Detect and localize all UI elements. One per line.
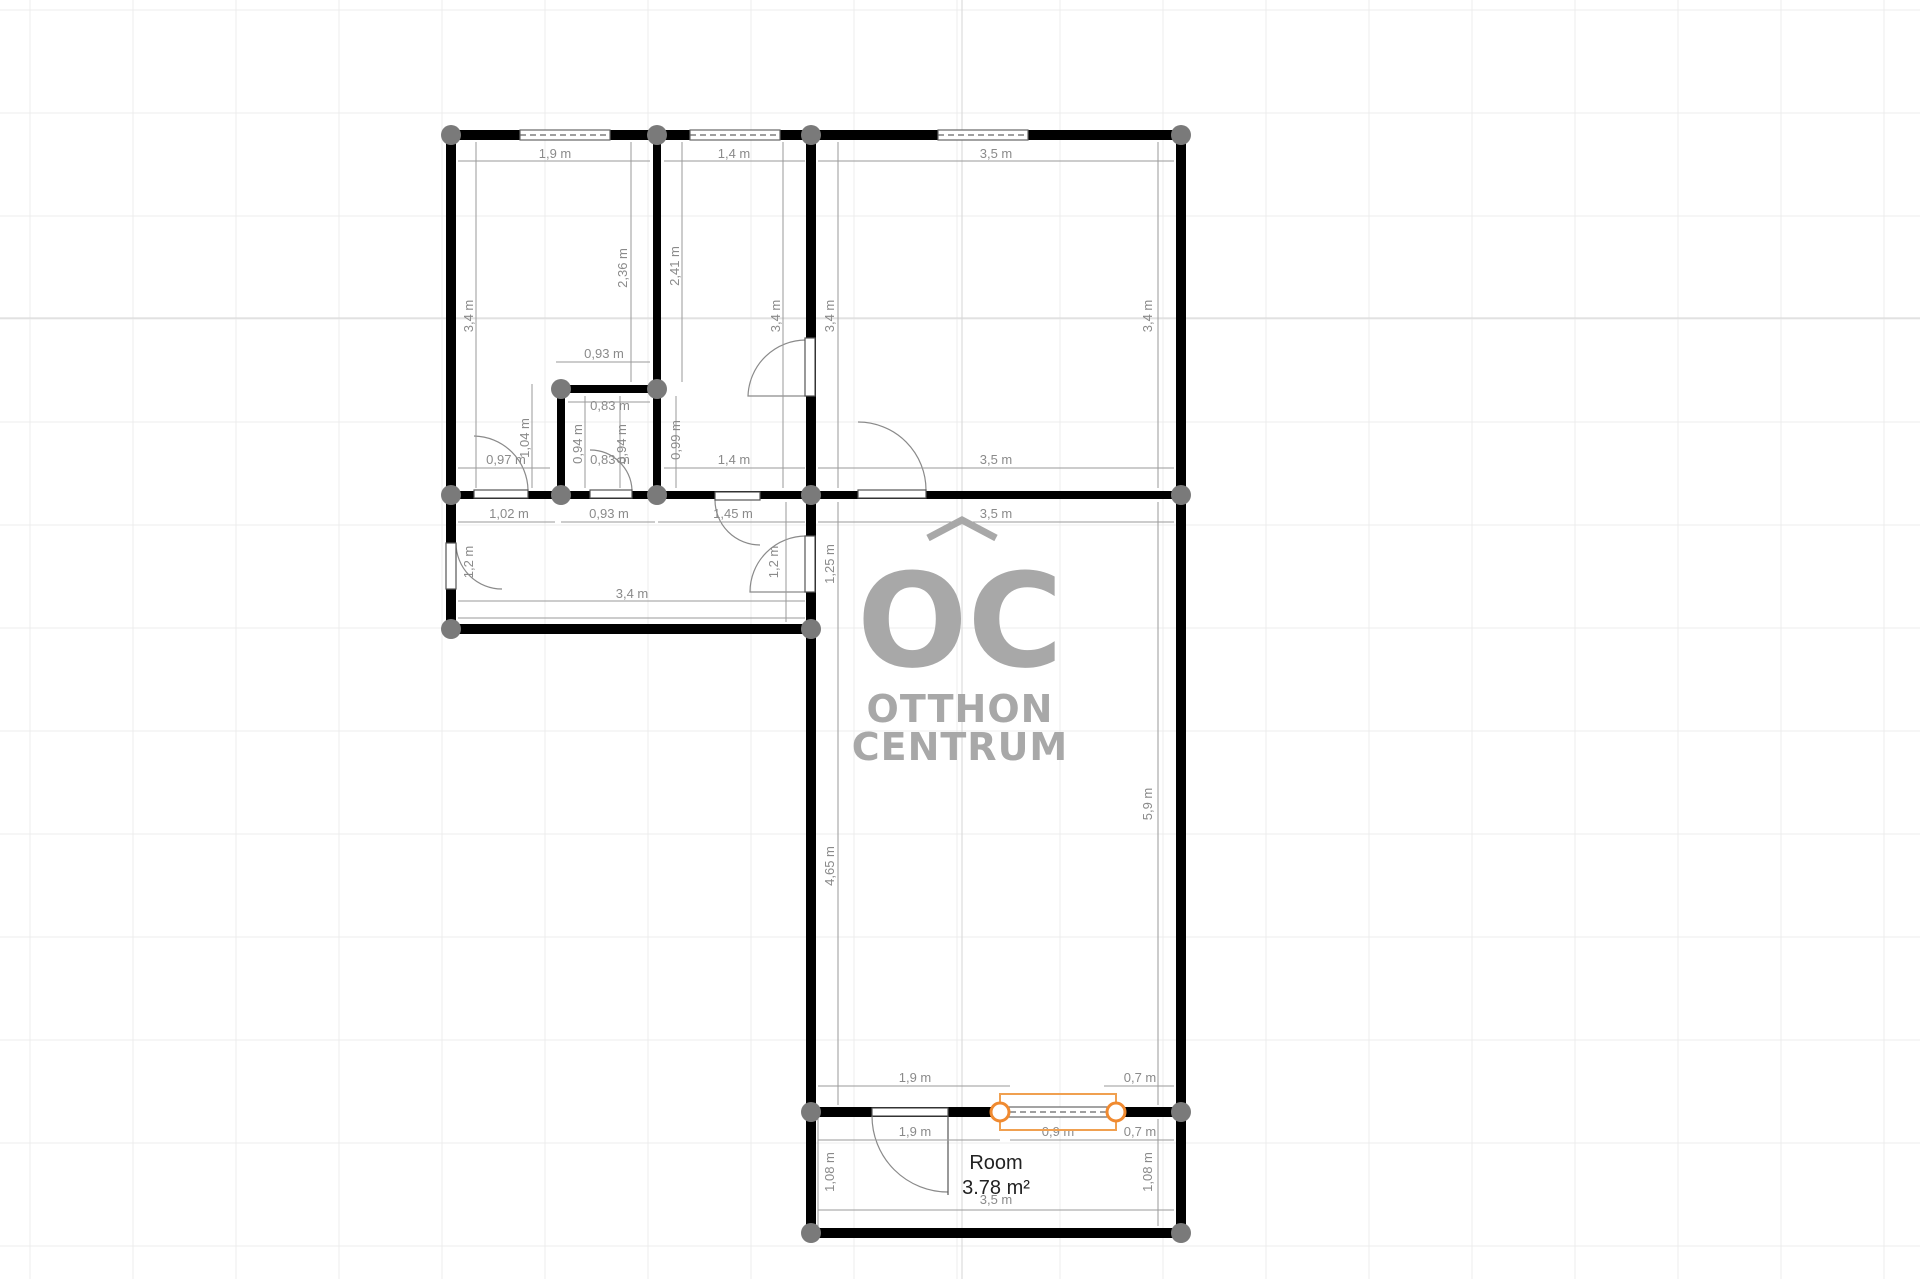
dim-small-box-bottom: 0,83 m — [590, 452, 630, 467]
dim-small-box-h2: 0,94 m — [570, 424, 585, 464]
walls[interactable] — [446, 130, 1186, 1238]
dim-bottom-d: 0,9 m — [1042, 1124, 1075, 1139]
dim-right-room-right-height: 3,4 m — [1140, 300, 1155, 333]
dim-inner-height-a: 2,36 m — [615, 248, 630, 288]
dim-hall-h-right: 1,2 m — [766, 546, 781, 579]
dim-right-room-left-height: 3,4 m — [822, 300, 837, 333]
dim-mid-bottom: 1,4 m — [718, 452, 751, 467]
dim-top-left: 1,9 m — [539, 146, 572, 161]
logo-line2: CENTRUM — [852, 725, 1069, 769]
dim-mid-right-height: 3,4 m — [768, 300, 783, 333]
dim-small-box-top: 0,93 m — [584, 346, 624, 361]
room-name: Room — [969, 1152, 1022, 1174]
dim-big-left-height: 4,65 m — [822, 846, 837, 886]
dim-small-gap-h: 0,99 m — [668, 420, 683, 460]
dim-bottom-e: 0,7 m — [1124, 1124, 1157, 1139]
logo-initials: OC — [857, 545, 1063, 697]
selection-handle-left[interactable] — [989, 1101, 1011, 1123]
otthon-centrum-logo: OC OTTHON CENTRUM — [852, 516, 1069, 769]
dim-left-height: 3,4 m — [461, 300, 476, 333]
dim-balcony-h-right: 1,08 m — [1140, 1152, 1155, 1192]
dim-inner-height-b: 2,41 m — [667, 246, 682, 286]
dim-bottom-b: 0,7 m — [1124, 1070, 1157, 1085]
dim-hall-right: 3,5 m — [980, 506, 1013, 521]
dim-hall-h-left: 1,2 m — [461, 546, 476, 579]
dim-hall-h-mid: 1,25 m — [822, 544, 837, 584]
dim-hall-a: 1,02 m — [489, 506, 529, 521]
floor-plan-canvas[interactable]: 1,9 m 1,4 m 3,5 m 3,4 m 2,36 m 2,41 m 3,… — [0, 0, 1920, 1279]
room-label[interactable]: Room 3.78 m² — [962, 1152, 1030, 1199]
selection-handle-right[interactable] — [1105, 1101, 1127, 1123]
dim-bottom-c: 1,9 m — [899, 1124, 932, 1139]
dim-hall-b: 0,93 m — [589, 506, 629, 521]
dim-balcony-h-left: 1,08 m — [822, 1152, 837, 1192]
dim-top-right: 3,5 m — [980, 146, 1013, 161]
dim-hall-c: 1,45 m — [713, 506, 753, 521]
dim-hall-bottom: 3,4 m — [616, 586, 649, 601]
dim-small-box-inner: 0,83 m — [590, 398, 630, 413]
room-area: 3.78 m² — [962, 1177, 1030, 1199]
dim-big-right-height: 5,9 m — [1140, 788, 1155, 821]
dim-top-mid: 1,4 m — [718, 146, 751, 161]
dim-door-width-a: 0,97 m — [486, 452, 526, 467]
dim-right-bottom: 3,5 m — [980, 452, 1013, 467]
dim-bottom-a: 1,9 m — [899, 1070, 932, 1085]
